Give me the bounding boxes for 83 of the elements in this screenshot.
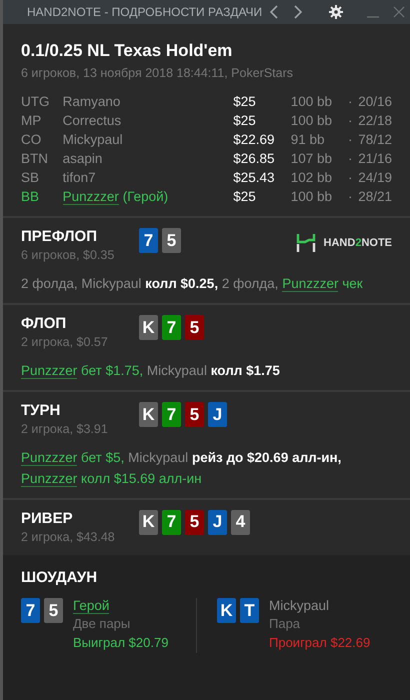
seat-position: BTN: [21, 150, 49, 168]
playing-card: 5: [185, 402, 204, 427]
player-name[interactable]: Correctus: [62, 113, 122, 128]
playing-card: 5: [185, 315, 204, 340]
close-icon: [393, 6, 406, 18]
seat-position: CO: [21, 131, 42, 150]
showdown-title: ШОУДАУН: [21, 568, 98, 588]
forward-icon: [293, 5, 304, 19]
player-stats: 21/16: [358, 150, 392, 168]
playing-card: 7: [21, 598, 40, 623]
window-title: HAND2NOTE - ПОДРОБНОСТИ РАЗДАЧИ: [27, 4, 262, 21]
action-line: Punzzzer бет $5, Mickypaul рейз до $20.69 алл-ин, Punzzzer колл $15.69 алл-ин: [21, 448, 342, 488]
minimize-icon: [367, 16, 380, 18]
stack-bb: 100 bb: [290, 94, 332, 110]
separator-dot: ·: [348, 170, 353, 186]
stack-amount: $25: [233, 94, 256, 110]
player-stats: 24/19: [358, 169, 392, 188]
playing-card: 7: [162, 510, 181, 534]
settings-icon: [329, 5, 344, 19]
player-stats: 78/12: [358, 131, 392, 150]
playing-card: 5: [185, 510, 204, 534]
player-name[interactable]: Mickypaul: [62, 132, 123, 148]
player-stats: 20/16: [358, 93, 392, 112]
playing-card: K: [139, 510, 158, 534]
stack-bb: 100 bb: [290, 113, 332, 128]
street-info: 2 игрока, $0.57: [21, 334, 109, 351]
street-info: 2 игрока, $43.48: [21, 528, 116, 546]
player-name[interactable]: Герой: [73, 598, 110, 614]
separator-dot: ·: [348, 113, 353, 128]
street-name: РИВЕР: [21, 510, 74, 528]
street-name: ПРЕФЛОП: [21, 228, 98, 246]
result-amount: Проиграл $22.69: [269, 634, 370, 652]
action-line: Punzzzer бет $1.75, Mickypaul колл $1.75: [21, 362, 281, 381]
playing-card: 7: [162, 315, 181, 340]
logo-text: HAND2NOTE: [324, 236, 392, 251]
playing-card: K: [139, 402, 158, 427]
player-stats: 28/21: [358, 188, 392, 206]
stack-bb: 100 bb: [290, 189, 332, 204]
playing-card: 4: [231, 510, 250, 534]
stack-amount: $25.43: [233, 170, 275, 186]
street-info: 2 игрока, $3.91: [21, 420, 109, 438]
stack-bb: 91 bb: [290, 132, 325, 148]
logo-icon: [296, 234, 316, 252]
stack-amount: $25: [233, 113, 256, 128]
playing-card: J: [208, 510, 227, 534]
street-info: 6 игроков, $0.35: [21, 247, 116, 264]
hand-rank: Пара: [269, 614, 302, 633]
stack-bb: 102 bb: [290, 170, 332, 186]
stack-amount: $26.85: [233, 151, 275, 166]
street-name: ФЛОП: [21, 315, 68, 333]
street-name: ТУРН: [21, 402, 62, 420]
separator-dot: ·: [348, 94, 353, 110]
stack-bb: 107 bb: [290, 151, 332, 166]
playing-card: T: [240, 598, 259, 623]
player-name[interactable]: Mickypaul: [269, 598, 330, 613]
separator-dot: ·: [348, 151, 353, 166]
stack-amount: $25: [233, 189, 256, 204]
player-name[interactable]: tifon7: [62, 170, 96, 186]
playing-card: J: [208, 402, 227, 427]
hero-tag: (Герой): [122, 189, 168, 204]
hand-subtitle: 6 игроков, 13 ноября 2018 18:44:11, PokerStars: [21, 64, 294, 82]
hand-rank: Две пары: [73, 614, 132, 633]
stack-amount: $22.69: [233, 132, 275, 148]
playing-card: K: [217, 598, 236, 623]
seat-position: SB: [21, 169, 40, 188]
hand-title: 0.1/0.25 NL Texas Hold'em: [21, 40, 234, 62]
separator-dot: ·: [348, 189, 353, 204]
seat-position: MP: [21, 112, 42, 130]
player-name[interactable]: Ramyano: [62, 94, 120, 110]
player-stats: 22/18: [358, 112, 392, 130]
action-line: 2 фолда, Mickypaul колл $0.25, 2 фолда, Punzzzer чек: [21, 275, 364, 294]
playing-card: 5: [162, 228, 181, 254]
playing-card: 5: [44, 598, 63, 623]
player-name[interactable]: asapin: [62, 151, 102, 166]
result-amount: Выиграл $20.79: [73, 634, 168, 652]
seat-position: UTG: [21, 93, 50, 112]
playing-card: K: [139, 315, 158, 340]
back-icon: [269, 5, 280, 19]
separator-dot: ·: [348, 132, 353, 148]
playing-card: 7: [162, 402, 181, 427]
playing-card: 7: [139, 228, 158, 254]
player-name[interactable]: Punzzzer: [62, 189, 119, 206]
seat-position: BB: [21, 188, 40, 206]
